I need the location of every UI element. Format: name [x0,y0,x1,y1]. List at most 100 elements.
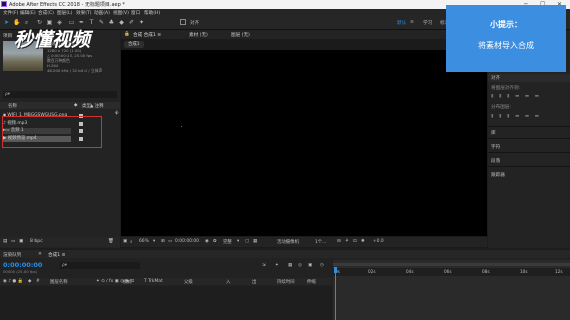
col-label-icon[interactable]: ◆ [74,103,77,108]
lock-icon[interactable]: 🔒 [124,32,130,37]
menu-help[interactable]: 帮助(H) [144,10,160,16]
watermark: 秒懂视频 [14,29,91,51]
camera-select[interactable]: 活动摄像机 [277,239,299,245]
timeline-search-input[interactable]: ρ▾ [60,262,140,269]
comp-viewer[interactable] [121,50,487,236]
preview-info-line: 48.000 kHz / 32 bit U / 立体声 [47,68,103,73]
col-stretch[interactable]: 伸缩 [307,279,316,285]
brush-tool-icon[interactable]: ✎ [98,19,105,26]
timeline-ruler-area[interactable]: 0s 02s 04s 06s 08s 10s 12s [333,260,570,320]
snap-checkbox[interactable] [180,19,186,25]
col-parent[interactable]: 父级 [184,279,193,285]
comp-mini-flowchart-icon[interactable]: ⇲ [262,263,266,268]
always-preview-icon[interactable]: ▣ [123,239,127,244]
views-select[interactable]: 1个... [315,239,326,245]
project-tab[interactable]: 项目 [3,33,12,39]
layer-column-header: ◉ ♪ ● 🔒 ◆ # 图层名称 ✦ ⊙ ∕ fx ▣ ◎ ◉ ⊡ 模式 T T… [0,278,332,285]
graph-editor-icon[interactable]: ▣ [308,263,312,268]
chevron-down-icon[interactable]: ▾ [153,239,155,244]
menu-window[interactable]: 窗口 [131,10,140,16]
col-out[interactable]: 出 [252,279,256,285]
frame-blend-icon[interactable]: ▦ [288,263,292,268]
transparency-grid-icon[interactable]: ▦ [253,239,257,244]
current-time[interactable]: 0:00:00:00 [175,239,199,244]
distribute-buttons[interactable]: ▮ ▮ ▮ ▬ ▬ ▬ [491,114,541,119]
label-col-icon[interactable]: ◆ [28,279,31,284]
puppet-tool-icon[interactable]: ✦ [138,19,145,26]
motion-blur-icon[interactable]: ◎ [298,263,302,268]
comp-chip[interactable]: 合成1 [124,41,144,48]
tab-comp1[interactable]: 合成1 ≡ [48,252,65,258]
interpret-footage-icon[interactable]: ▤ [3,239,7,244]
new-comp-icon[interactable]: ▣ [19,239,23,244]
workspace-menu-icon[interactable]: ≡ [410,20,414,25]
timeline-timecode[interactable]: 0:00:00:00 [3,261,42,269]
3d-icon[interactable]: ⊡ [353,239,357,244]
fps-info: 00000 (25.00 fps) [3,269,38,274]
col-comment[interactable]: ▲ 注释 [90,103,104,109]
workspace-learn[interactable]: 学习 [423,20,432,26]
color-icon[interactable]: ✿ [213,239,217,244]
workspace-default[interactable]: 默认 [397,20,406,26]
panel-tracker[interactable]: 跟踪器 [491,172,505,178]
menu-view[interactable]: 视图(V) [113,10,129,16]
ruler-tick: 12s [555,269,563,274]
comp-controls: ▣ ⌕ 66% ▾ ⊞ ▭ 0:00:00:00 ◉ ✿ 完整 ▾ ▢ ▦ 活动… [121,237,487,247]
tip-message: 将素材导入合成 [478,41,534,50]
tab-composition[interactable]: 合成 合成1 ≡ [133,32,161,38]
col-name[interactable]: 名称 [8,103,17,109]
zoom-select[interactable]: 66% [139,239,149,244]
shy-icon[interactable]: ✦ [275,263,279,268]
trash-icon[interactable]: 🗑 [108,239,114,244]
panel-character[interactable]: 字符 [491,144,500,150]
chevron-down-icon[interactable]: ▾ [237,239,239,244]
menu-file[interactable]: 文件(F) [3,10,18,16]
selection-tool-icon[interactable]: ➤ [3,19,10,26]
exposure-value[interactable]: +0.0 [373,239,384,244]
flowchart-icon[interactable]: ⚘ [114,110,119,117]
grid-icon[interactable]: ⊞ [161,239,165,244]
roi-icon[interactable]: ▢ [245,239,249,244]
col-in[interactable]: 入 [226,279,230,285]
tip-title: 小提示： [490,20,522,29]
av-switches-icon[interactable]: ◉ ♪ ● 🔒 [3,279,23,284]
layer-list-empty[interactable] [0,286,332,320]
col-mode[interactable]: 模式 [123,279,132,285]
tab-render-queue[interactable]: 渲染队列 [3,252,21,258]
menu-effect[interactable]: 效果(T) [76,10,92,16]
bpc-label[interactable]: 8 bpc [30,239,43,244]
work-area-bar[interactable] [333,263,570,266]
align-buttons[interactable]: ▮ ▮ ▮ ▬ ▬ ▬ [491,94,541,99]
menu-composition[interactable]: 合成(C) [38,10,54,16]
align-title[interactable]: 对齐 [491,75,500,81]
tab-layer[interactable]: 图层 (无) [231,32,250,38]
eraser-tool-icon[interactable]: ◆ [118,19,125,26]
tab-footage[interactable]: 素材 (无) [189,32,208,38]
mask-icon[interactable]: ▭ [168,239,172,244]
panel-library[interactable]: 库 [491,130,496,136]
menu-edit[interactable]: 编辑(E) [20,10,36,16]
panel-paragraph[interactable]: 段落 [491,158,500,164]
snapshot-icon[interactable]: ◉ [205,239,209,244]
render-icon[interactable]: ⊟ [337,239,341,244]
clone-stamp-tool-icon[interactable]: ♣ [108,19,115,26]
flow-icon[interactable]: ⚘ [345,239,349,244]
close-icon[interactable]: ✕ [38,252,42,257]
new-folder-icon[interactable]: ▭ [11,239,15,244]
col-duration[interactable]: 持续时间 [277,279,295,285]
menu-layer[interactable]: 图层(L) [57,10,72,16]
menu-animation[interactable]: 动画(A) [94,10,110,16]
sun-icon[interactable]: ✺ [361,239,365,244]
ruler-tick: 08s [482,269,490,274]
number-col[interactable]: # [36,279,40,284]
magnify-icon[interactable]: ⌕ [130,239,132,245]
timeline-panel: 渲染队列 ✕ 合成1 ≡ 0:00:00:00 00000 (25.00 fps… [0,250,570,320]
col-layer-name[interactable]: 图层名称 [50,279,68,285]
roto-brush-tool-icon[interactable]: ✐ [128,19,135,26]
col-trkmat[interactable]: T TrkMat [144,279,163,284]
clock-icon[interactable]: ◷ [320,263,324,268]
project-search-input[interactable]: ρ▾ [3,91,117,98]
time-ruler[interactable]: 0s 02s 04s 06s 08s 10s 12s [333,268,570,276]
comp-tabbar: 🔒 合成 合成1 ≡ 素材 (无) 图层 (无) [121,30,487,39]
resolution-select[interactable]: 完整 [223,239,232,245]
